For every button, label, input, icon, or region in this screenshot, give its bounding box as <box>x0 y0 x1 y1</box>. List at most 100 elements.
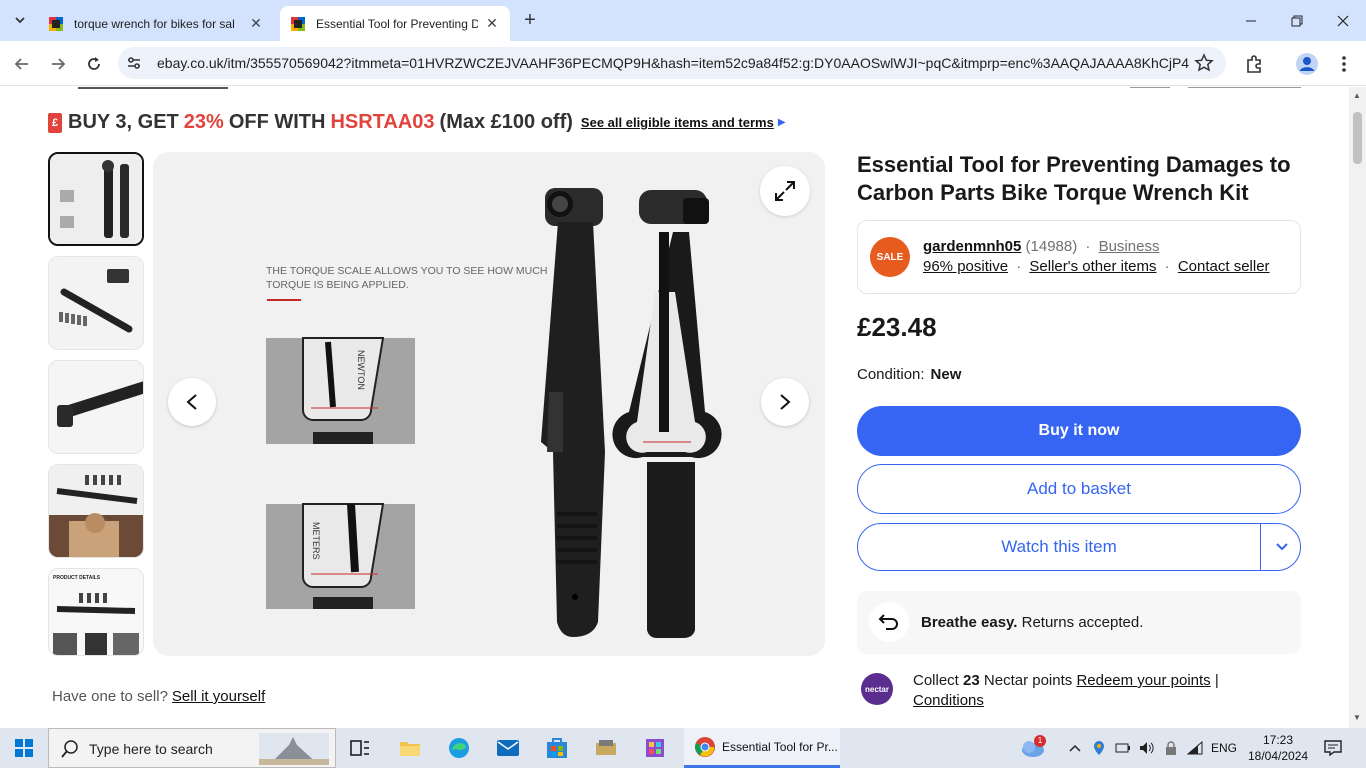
file-explorer-icon[interactable] <box>386 728 434 768</box>
edge-browser-icon[interactable] <box>435 728 483 768</box>
task-view-icon[interactable] <box>336 728 384 768</box>
watch-dropdown-button[interactable] <box>1262 524 1300 570</box>
separator: · <box>1085 238 1091 255</box>
mail-icon[interactable] <box>484 728 532 768</box>
chevron-right-icon <box>780 394 791 410</box>
sellers-other-items-link[interactable]: Seller's other items <box>1029 258 1156 275</box>
condition-row: Condition: New <box>857 366 961 383</box>
positive-feedback-link[interactable]: 96% positive <box>923 258 1008 275</box>
language-indicator[interactable]: ENG <box>1206 728 1242 768</box>
microsoft-store-icon[interactable] <box>533 728 581 768</box>
expand-image-button[interactable] <box>760 166 810 216</box>
business-seller-link[interactable]: Business <box>1099 238 1160 255</box>
image-caption-line2: TORQUE IS BEING APPLIED. <box>266 279 409 291</box>
ebay-favicon-icon <box>291 16 305 31</box>
gallery-thumbnail[interactable] <box>48 360 144 454</box>
chevron-left-icon <box>186 394 197 410</box>
previous-image-button[interactable] <box>168 378 216 426</box>
minimize-icon[interactable] <box>1228 0 1274 41</box>
promo-text: OFF WITH <box>228 111 326 133</box>
page-scrollbar[interactable]: ▲ ▼ <box>1349 87 1366 728</box>
promo-cap: (Max £100 off) <box>439 111 573 133</box>
forward-icon[interactable] <box>44 50 72 78</box>
lock-icon[interactable] <box>1160 728 1182 768</box>
taskbar-chrome-window[interactable]: Essential Tool for Pr... <box>684 728 840 768</box>
nectar-points: 23 <box>963 672 980 689</box>
scroll-down-icon[interactable]: ▼ <box>1353 713 1361 722</box>
nectar-logo-icon: nectar <box>861 673 893 705</box>
contact-seller-link[interactable]: Contact seller <box>1178 258 1270 275</box>
nectar-suffix: Nectar points <box>983 672 1073 689</box>
clock-time: 17:23 <box>1262 733 1294 747</box>
watch-this-item-button[interactable]: Watch this item <box>858 524 1261 570</box>
seller-links-row: 96% positive · Seller's other items · Co… <box>923 258 1270 275</box>
add-to-basket-button[interactable]: Add to basket <box>857 464 1301 514</box>
search-highlight-image <box>259 733 329 765</box>
app-pinned-icon[interactable] <box>582 728 630 768</box>
reload-icon[interactable] <box>80 50 108 78</box>
profile-avatar-icon[interactable] <box>1296 53 1318 75</box>
buy-it-now-button[interactable]: Buy it now <box>857 406 1301 456</box>
scrollbar-thumb[interactable] <box>1353 112 1362 164</box>
page-content: £ BUY 3, GET 23% OFF WITH HSRTAA03 (Max … <box>0 87 1349 728</box>
promo-banner: £ BUY 3, GET 23% OFF WITH HSRTAA03 (Max … <box>48 111 786 134</box>
nectar-conditions-link[interactable]: Conditions <box>913 692 984 709</box>
system-clock[interactable]: 17:23 18/04/2024 <box>1248 732 1308 764</box>
redeem-points-link[interactable]: Redeem your points <box>1076 672 1210 689</box>
notifications-icon[interactable] <box>1320 728 1346 768</box>
windows-start-icon[interactable] <box>0 728 48 768</box>
product-main-image: THE TORQUE SCALE ALLOWS YOU TO SEE HOW M… <box>153 152 825 656</box>
site-info-icon[interactable] <box>126 55 142 71</box>
tab-essential-tool[interactable]: Essential Tool for Preventing D ✕ <box>280 6 510 41</box>
returns-bold: Breathe easy. <box>921 614 1018 631</box>
nectar-points-panel: nectar Collect 23 Nectar points Redeem y… <box>857 671 1301 721</box>
new-tab-button[interactable]: + <box>518 9 542 33</box>
returns-panel: Breathe easy. Returns accepted. <box>857 591 1301 654</box>
weather-widget-icon[interactable]: 1 <box>1016 728 1050 768</box>
taskbar-search-box[interactable]: Type here to search <box>48 728 336 768</box>
extensions-icon[interactable] <box>1243 53 1265 75</box>
close-window-icon[interactable] <box>1320 0 1366 41</box>
gallery-thumbnail[interactable] <box>48 152 144 246</box>
tab-title: torque wrench for bikes for sal <box>74 16 235 31</box>
restore-icon[interactable] <box>1274 0 1320 41</box>
item-price: £23.48 <box>857 312 937 342</box>
seller-name-link[interactable]: gardenmnh05 <box>923 238 1021 255</box>
battery-icon[interactable] <box>1112 728 1134 768</box>
chevron-down-icon <box>1276 543 1288 551</box>
separator: · <box>1164 258 1170 275</box>
main-image-viewer[interactable]: THE TORQUE SCALE ALLOWS YOU TO SEE HOW M… <box>153 152 825 656</box>
gallery-thumbnail[interactable]: PRODUCT DETAILS <box>48 568 144 656</box>
app-pinned-icon-2[interactable] <box>631 728 679 768</box>
next-image-button[interactable] <box>761 378 809 426</box>
close-tab-icon[interactable]: ✕ <box>484 15 500 32</box>
nectar-prefix: Collect <box>913 672 959 689</box>
arrow-right-icon: ▶ <box>777 117 786 128</box>
promo-terms-link[interactable]: See all eligible items and terms <box>581 115 774 130</box>
seller-avatar[interactable]: SALE <box>870 237 910 277</box>
gallery-thumbnail[interactable] <box>48 256 144 350</box>
returns-text: Breathe easy. Returns accepted. <box>921 614 1143 631</box>
thumbnail-image <box>49 361 143 453</box>
bookmark-star-icon[interactable] <box>1194 53 1214 73</box>
gallery-thumbnail[interactable] <box>48 464 144 558</box>
location-icon[interactable] <box>1088 728 1110 768</box>
chevron-up-icon[interactable] <box>1064 728 1086 768</box>
tab-torque-wrench-search[interactable]: torque wrench for bikes for sal ✕ <box>38 6 274 41</box>
nectar-text: Collect 23 Nectar points Redeem your poi… <box>913 671 1293 711</box>
seller-card: SALE gardenmnh05 (14988) · Business 96% … <box>857 220 1301 294</box>
address-bar[interactable]: ebay.co.uk/itm/355570569042?itmmeta=01HV… <box>118 47 1226 79</box>
close-tab-icon[interactable]: ✕ <box>248 15 264 32</box>
volume-icon[interactable] <box>1136 728 1158 768</box>
condition-value: New <box>930 366 962 383</box>
scroll-up-icon[interactable]: ▲ <box>1353 91 1361 100</box>
windows-taskbar: Type here to search Essential Tool for P… <box>0 728 1366 768</box>
wifi-icon[interactable] <box>1184 728 1206 768</box>
sell-it-yourself-link[interactable]: Sell it yourself <box>172 688 265 705</box>
back-icon[interactable] <box>8 50 36 78</box>
top-nav-remnant <box>1188 87 1301 88</box>
chrome-menu-icon[interactable] <box>1333 53 1355 75</box>
promo-discount: 23% <box>183 111 224 133</box>
separator: · <box>1016 258 1022 275</box>
tab-search-icon[interactable] <box>8 8 32 32</box>
